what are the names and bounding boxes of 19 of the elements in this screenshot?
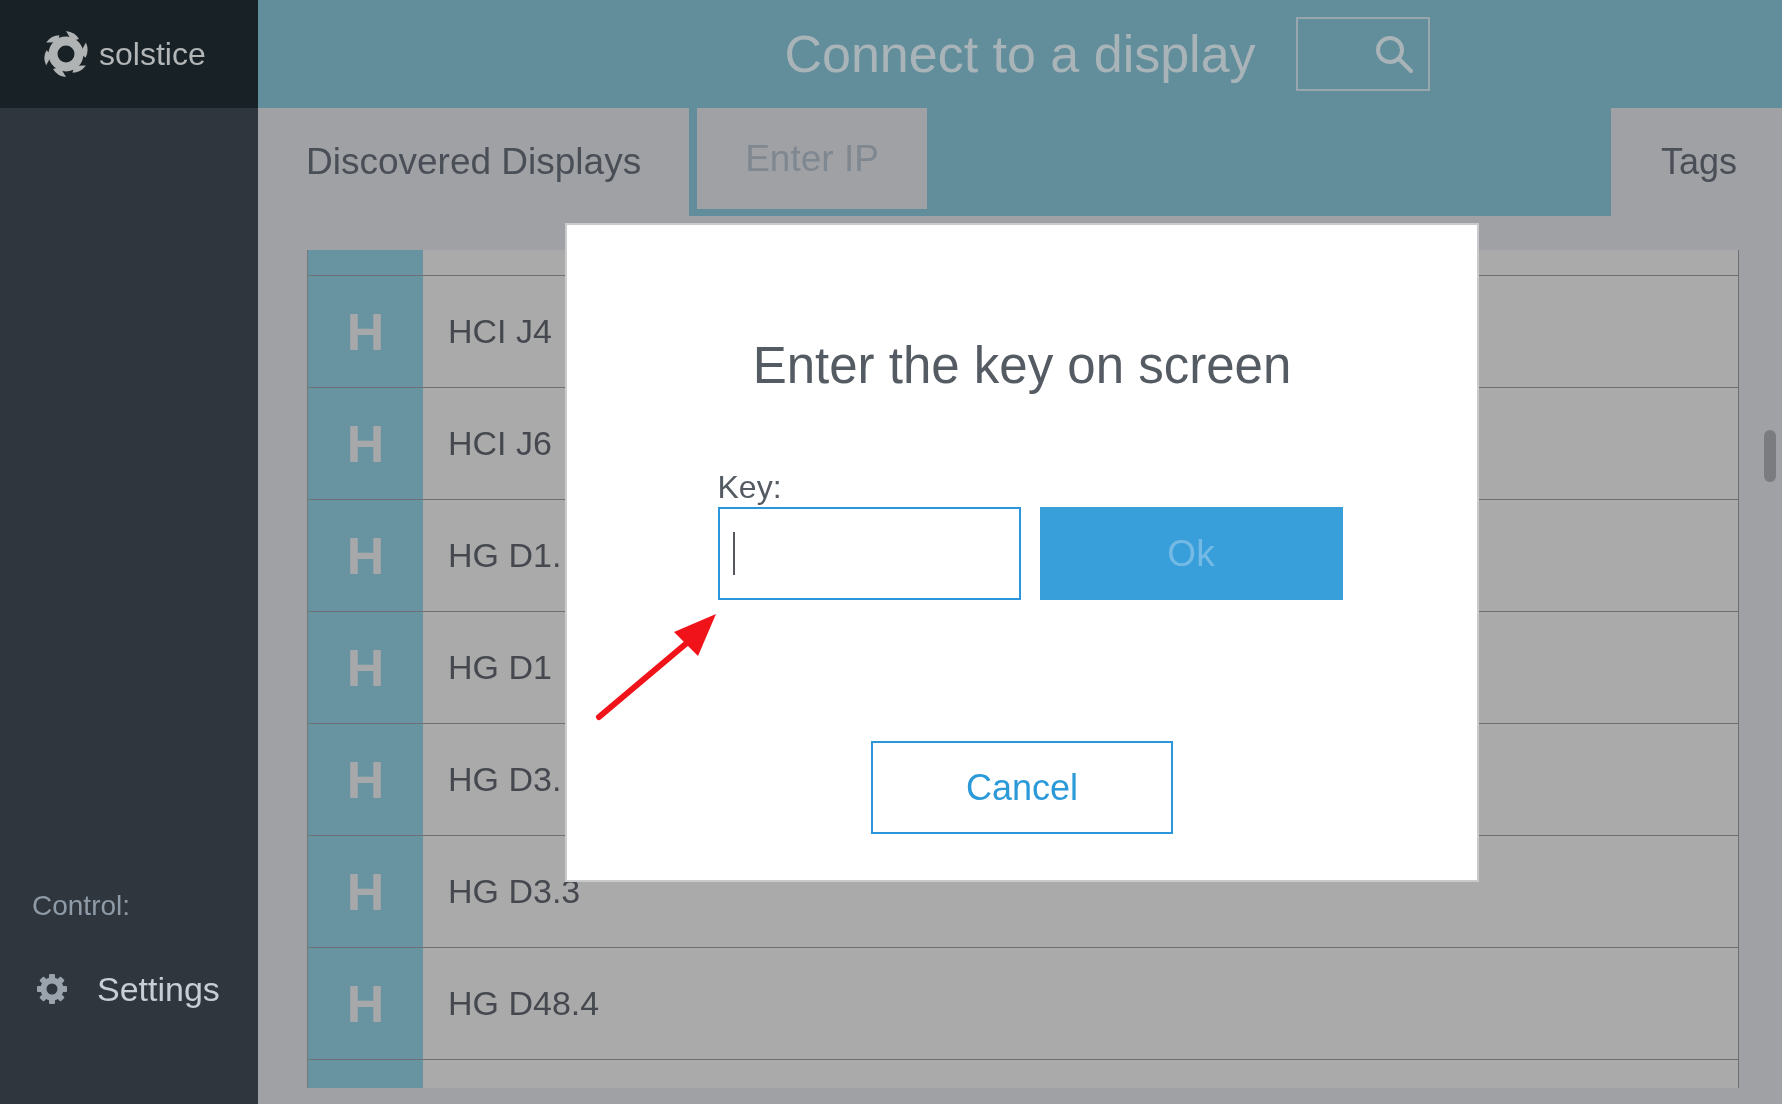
display-initial: H: [308, 500, 423, 611]
display-initial: H: [308, 388, 423, 499]
display-name: HCI J4: [448, 312, 552, 351]
field-label: Key:: [717, 471, 782, 503]
section-label: Control:: [32, 891, 131, 921]
display-name: HG D3.: [448, 760, 562, 799]
page-title: Connect to a display: [784, 24, 1256, 84]
display-initial: H: [308, 724, 423, 835]
display-name: HG D48.4: [448, 984, 600, 1023]
display-initial: H: [308, 276, 423, 387]
logo-text: solstice: [99, 36, 206, 72]
display-name: HG D1: [448, 648, 552, 687]
display-name: HG D3.3: [448, 872, 581, 911]
display-initial: H: [308, 948, 423, 1059]
display-name: HG D1.: [448, 536, 562, 575]
dialog-title: Enter the key on screen: [752, 338, 1292, 394]
display-name: HCI J6: [448, 424, 552, 463]
display-initial: H: [308, 836, 423, 947]
display-initial: H: [308, 612, 423, 723]
